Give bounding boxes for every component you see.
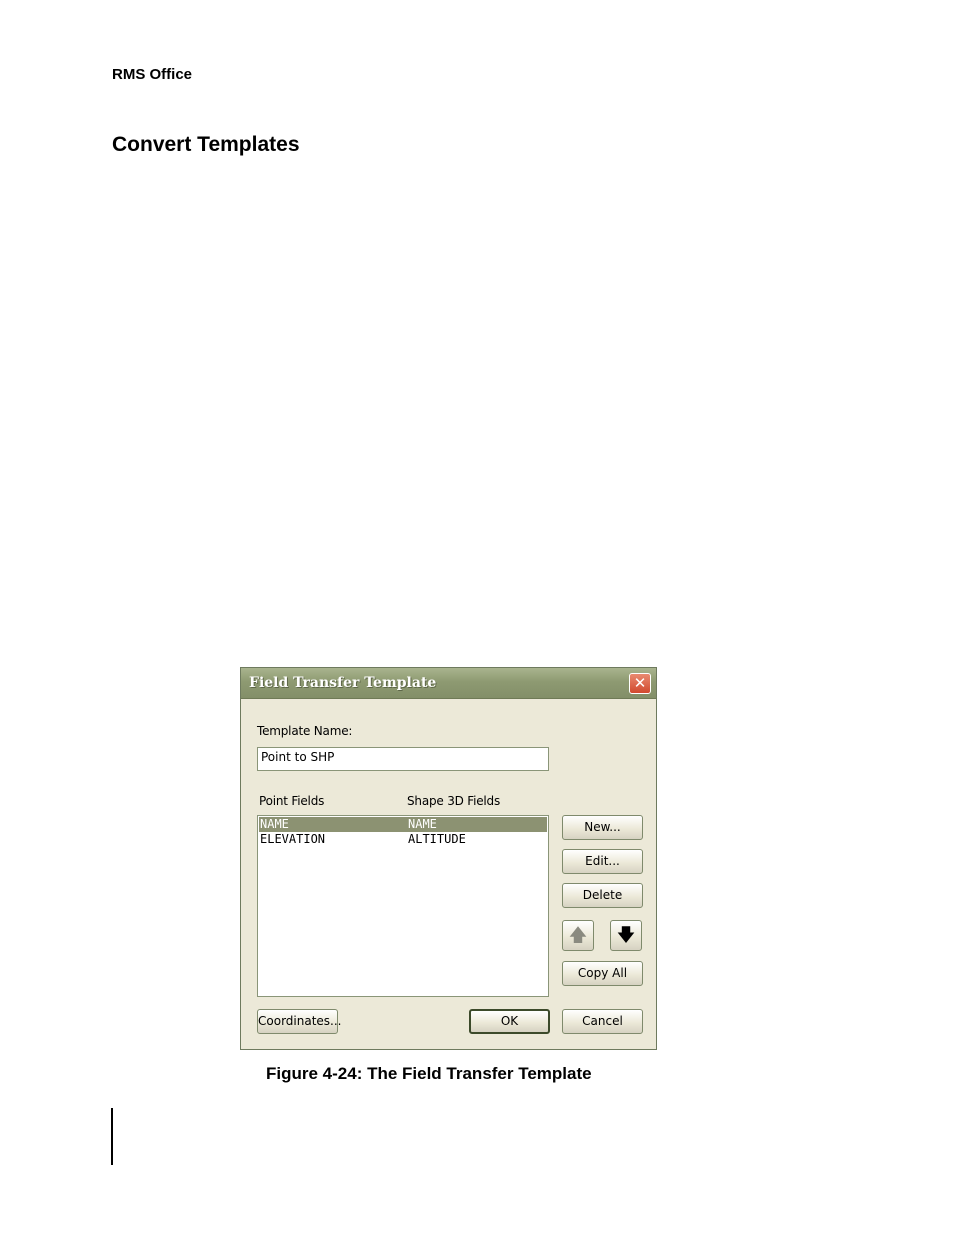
field-mapping-list[interactable]: NAME NAME ELEVATION ALTITUDE — [257, 815, 549, 997]
template-name-input[interactable]: Point to SHP — [257, 747, 549, 771]
coordinates-button[interactable]: Coordinates... — [257, 1009, 341, 1034]
move-up-button[interactable]: 🡅 — [562, 920, 594, 951]
template-name-label: Template Name: — [257, 724, 353, 738]
list-item[interactable]: NAME NAME — [259, 817, 547, 832]
close-icon: ✕ — [633, 674, 647, 692]
point-fields-header: Point Fields — [259, 794, 325, 808]
shape-field-cell: ALTITUDE — [408, 832, 466, 846]
dialog-title: Field Transfer Template — [249, 675, 437, 691]
dialog-titlebar[interactable]: Field Transfer Template ✕ — [241, 668, 656, 699]
close-button[interactable]: ✕ — [629, 673, 651, 694]
list-item[interactable]: ELEVATION ALTITUDE — [259, 832, 547, 847]
ok-button[interactable]: OK — [469, 1009, 550, 1034]
figure-caption: Figure 4-24: The Field Transfer Template — [266, 1064, 592, 1083]
shape-fields-header: Shape 3D Fields — [407, 794, 501, 808]
shape-field-cell: NAME — [408, 817, 437, 831]
cancel-button[interactable]: Cancel — [562, 1009, 643, 1034]
delete-button[interactable]: Delete — [562, 883, 643, 908]
running-head: RMS Office — [112, 66, 193, 83]
new-button[interactable]: New... — [562, 815, 643, 840]
move-down-button[interactable]: 🡇 — [610, 920, 642, 951]
section-title: Convert Templates — [112, 133, 300, 156]
edit-button[interactable]: Edit... — [562, 849, 643, 874]
margin-rule — [111, 1108, 113, 1165]
copy-all-button[interactable]: Copy All — [562, 961, 643, 986]
arrow-up-icon: 🡅 — [568, 925, 588, 946]
point-field-cell: ELEVATION — [260, 832, 326, 846]
arrow-down-icon: 🡇 — [616, 925, 636, 946]
point-field-cell: NAME — [260, 817, 289, 831]
field-transfer-template-dialog: Field Transfer Template ✕ Template Name:… — [240, 667, 657, 1050]
